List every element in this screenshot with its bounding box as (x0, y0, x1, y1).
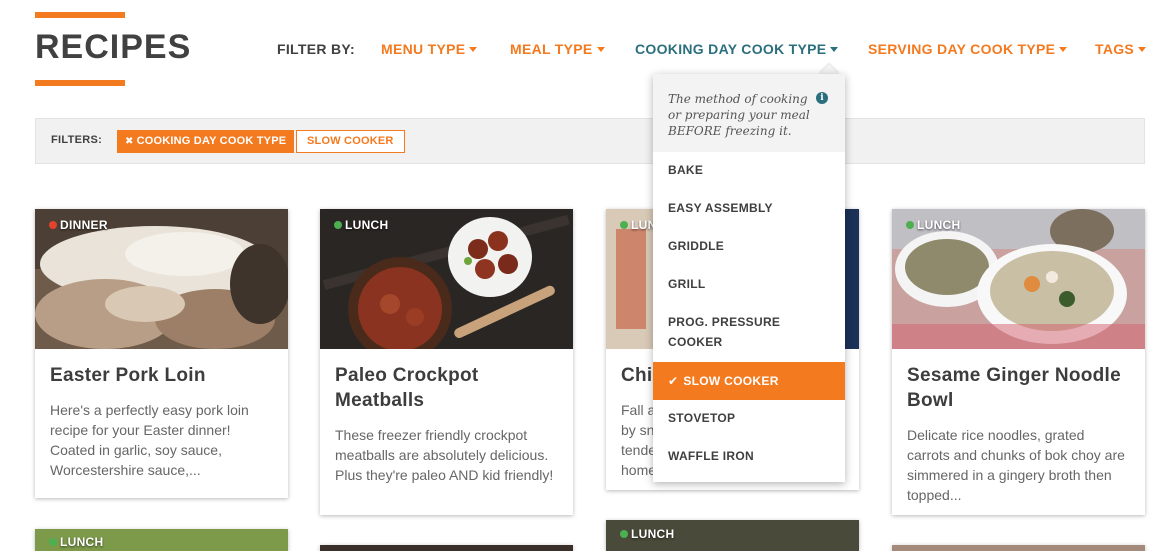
dot-icon (334, 221, 342, 229)
page-title: RECIPES (35, 28, 192, 66)
filters-label: FILTERS: (51, 134, 103, 146)
nav-menu-type[interactable]: MENU TYPE (381, 41, 478, 57)
nav-cooking-day-cook-type[interactable]: COOKING DAY COOK TYPE (635, 41, 839, 57)
recipe-card[interactable]: LUNCH (606, 520, 859, 551)
meal-badge: DINNER (49, 218, 108, 232)
recipe-title[interactable]: Sesame Ginger Noodle Bowl (892, 349, 1145, 413)
dropdown-item-label: SLOW COOKER (683, 374, 779, 388)
meal-badge-label: LUNCH (917, 218, 961, 232)
recipe-image[interactable] (892, 545, 1145, 551)
dot-icon (49, 538, 57, 546)
nav-cooking-day-cook-type-label: COOKING DAY COOK TYPE (635, 41, 827, 57)
check-icon: ✔ (668, 374, 679, 388)
dropdown-item-bake[interactable]: BAKE (653, 160, 845, 180)
recipe-title[interactable]: Paleo Crockpot Meatballs (320, 349, 573, 413)
meal-badge: LUNCH (334, 218, 389, 232)
recipe-image[interactable]: DINNER (35, 209, 288, 349)
nav-tags-label: TAGS (1095, 41, 1135, 57)
meal-badge-label: LUNCH (345, 218, 389, 232)
dot-icon (906, 221, 914, 229)
meal-badge: LUNCH (906, 218, 961, 232)
dropdown-item-label: PROG. PRESSURE (668, 315, 781, 329)
recipe-description: These freezer friendly crockpot meatball… (335, 427, 554, 483)
recipe-card[interactable]: LUNCH Paleo Crockpot Meatballs These fre… (320, 209, 573, 515)
recipe-card[interactable] (320, 545, 573, 551)
recipe-description: Here's a perfectly easy pork loin recipe… (50, 402, 249, 478)
recipe-image[interactable]: LUNCH (35, 529, 288, 551)
nav-serving-day-cook-type[interactable]: SERVING DAY COOK TYPE (868, 41, 1068, 57)
filter-name: COOKING DAY COOK TYPE (136, 135, 287, 147)
dropdown-item-slow-cooker[interactable]: ✔ SLOW COOKER (653, 362, 845, 400)
meal-badge-label: DINNER (60, 218, 108, 232)
recipe-card[interactable]: LUNCH (35, 529, 288, 551)
nav-menu-type-label: MENU TYPE (381, 41, 466, 57)
caret-down-icon (1138, 47, 1147, 52)
dot-icon (620, 530, 628, 538)
dropdown-info-text: The method of cooking or preparing your … (668, 92, 810, 138)
filters-bar: FILTERS: ✖ COOKING DAY COOK TYPE SLOW COO… (35, 118, 1145, 164)
meal-badge: LUNCH (49, 535, 104, 549)
recipe-card[interactable] (892, 545, 1145, 551)
recipe-card[interactable]: DINNER Easter Pork Loin Here's a perfect… (35, 209, 288, 498)
nav-tags[interactable]: TAGS (1095, 41, 1147, 57)
dot-icon (49, 221, 57, 229)
dropdown-item-stovetop[interactable]: STOVETOP (653, 408, 845, 428)
dropdown-item-grill[interactable]: GRILL (653, 274, 845, 294)
dropdown-item-prog-pressure-cooker[interactable]: PROG. PRESSURE COOKER (653, 312, 845, 352)
caret-down-icon (830, 47, 839, 52)
meal-badge-label: LUNCH (60, 535, 104, 549)
dropdown-info: The method of cooking or preparing your … (653, 74, 845, 152)
dropdown-item-waffle-iron[interactable]: WAFFLE IRON (653, 446, 845, 466)
close-icon: ✖ (125, 136, 134, 147)
recipe-image[interactable]: LUNCH (892, 209, 1145, 349)
recipe-image[interactable]: LUNCH (320, 209, 573, 349)
cook-type-dropdown: The method of cooking or preparing your … (653, 74, 845, 482)
caret-down-icon (596, 47, 605, 52)
caret-down-icon (1059, 47, 1068, 52)
recipe-card[interactable]: LUNCH Sesame Ginger Noodle Bowl Delicate… (892, 209, 1145, 515)
info-icon[interactable]: i (816, 92, 828, 104)
dropdown-item-easy-assembly[interactable]: EASY ASSEMBLY (653, 198, 845, 218)
recipe-image[interactable] (320, 545, 573, 551)
remove-filter-button[interactable]: ✖ COOKING DAY COOK TYPE (117, 130, 295, 153)
nav-serving-day-cook-type-label: SERVING DAY COOK TYPE (868, 41, 1056, 57)
recipe-title[interactable]: Easter Pork Loin (35, 349, 288, 388)
title-accent-top (35, 12, 125, 18)
dot-icon (620, 221, 628, 229)
filter-value-chip[interactable]: SLOW COOKER (296, 130, 405, 153)
dropdown-item-label: COOKER (668, 335, 723, 349)
nav-meal-type-label: MEAL TYPE (510, 41, 593, 57)
caret-down-icon (469, 47, 478, 52)
recipe-description: Delicate rice noodles, grated carrots an… (907, 427, 1125, 503)
title-accent-bottom (35, 80, 125, 86)
filter-by-label: FILTER BY: (277, 41, 355, 57)
recipe-image[interactable]: LUNCH (606, 520, 859, 551)
nav-meal-type[interactable]: MEAL TYPE (510, 41, 605, 57)
dropdown-item-griddle[interactable]: GRIDDLE (653, 236, 845, 256)
meal-badge-label: LUNCH (631, 527, 675, 541)
meal-badge: LUNCH (620, 527, 675, 541)
